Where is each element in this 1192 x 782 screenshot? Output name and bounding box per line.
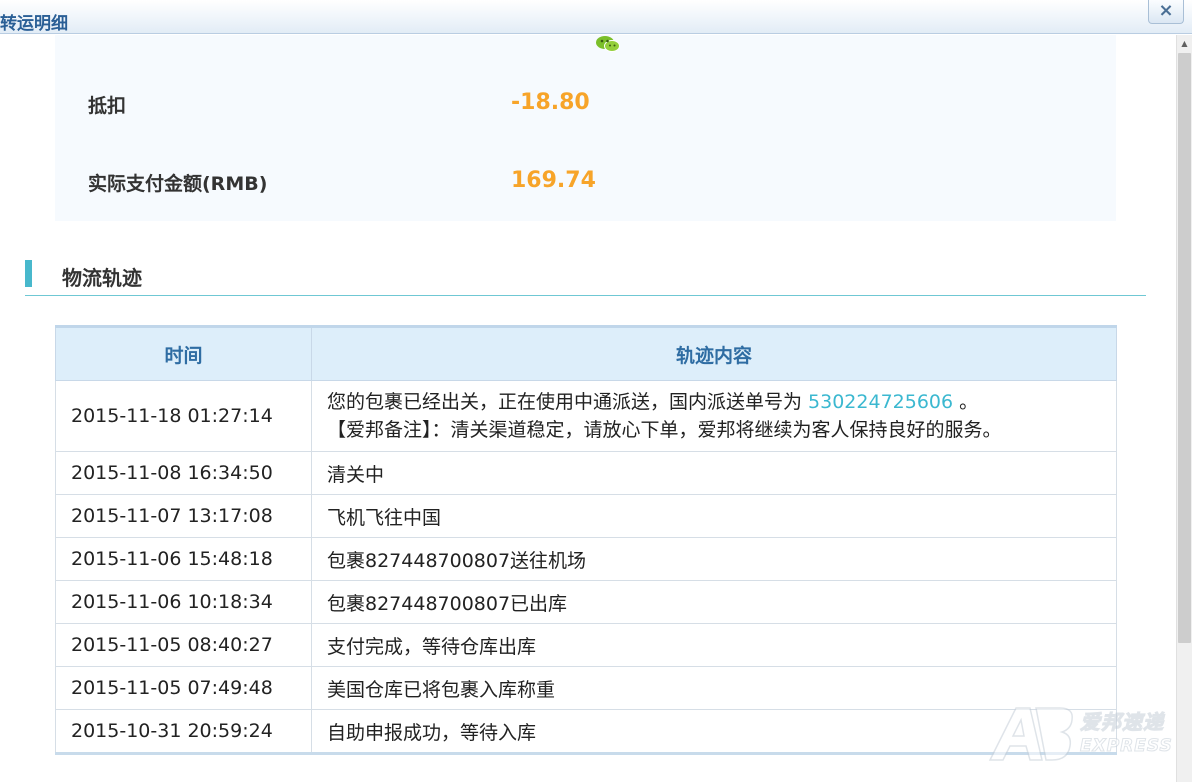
row-content: 支付完成，等待仓库出库 — [311, 623, 1117, 667]
section-title: 物流轨迹 — [62, 266, 142, 290]
logistics-table: 时间 轨迹内容 2015-11-18 01:27:14 您的包裹已经出关，正在使… — [55, 325, 1117, 755]
table-header-row: 时间 轨迹内容 — [55, 326, 1117, 381]
header-content: 轨迹内容 — [311, 326, 1117, 381]
table-row: 2015-11-06 15:48:18 包裹827448700807送往机场 — [55, 537, 1117, 581]
table-row: 2015-11-18 01:27:14 您的包裹已经出关，正在使用中通派送，国内… — [55, 380, 1117, 452]
scroll-thumb[interactable] — [1178, 53, 1191, 643]
row-time: 2015-11-06 15:48:18 — [55, 537, 312, 581]
deduction-label: 抵扣 — [88, 95, 127, 117]
section-accent-bar — [25, 260, 32, 287]
row-content: 您的包裹已经出关，正在使用中通派送，国内派送单号为 530224725606 。… — [311, 380, 1117, 452]
table-row: 2015-11-06 10:18:34 包裹827448700807已出库 — [55, 580, 1117, 624]
row-time: 2015-11-05 08:40:27 — [55, 623, 312, 667]
row-content: 包裹827448700807已出库 — [311, 580, 1117, 624]
row-time: 2015-11-07 13:17:08 — [55, 494, 312, 538]
close-button[interactable]: × — [1148, 0, 1184, 24]
wechat-icon[interactable] — [595, 35, 621, 53]
header-time: 时间 — [55, 326, 312, 381]
actual-payment-label: 实际支付金额(RMB) — [88, 173, 268, 195]
watermark-brand: 爱邦速递 — [1080, 710, 1164, 735]
row-time: 2015-11-08 16:34:50 — [55, 451, 312, 495]
row-content-note: 【爱邦备注】：清关渠道稳定，请放心下单，爱邦将继续为客人保持良好的服务。 — [327, 419, 1002, 441]
tracking-number-link[interactable]: 530224725606 — [808, 391, 953, 413]
row-time: 2015-11-06 10:18:34 — [55, 580, 312, 624]
logistics-section-header: 物流轨迹 — [25, 257, 1146, 296]
deduction-value: -18.80 — [511, 90, 590, 115]
dialog-title: 转运明细 — [0, 14, 68, 34]
row-content: 清关中 — [311, 451, 1117, 495]
row-content: 包裹827448700807送往机场 — [311, 537, 1117, 581]
ab-logo-icon — [988, 707, 1073, 761]
row-time: 2015-11-18 01:27:14 — [55, 380, 312, 452]
dialog-content: 抵扣 -18.80 实际支付金额(RMB) 169.74 物流轨迹 时间 轨迹内… — [0, 35, 1176, 782]
row-time: 2015-11-05 07:49:48 — [55, 666, 312, 710]
watermark-sub: EXPRESS — [1080, 736, 1173, 757]
table-row: 2015-10-31 20:59:24 自助申报成功，等待入库 — [55, 709, 1117, 754]
row-content-text: 您的包裹已经出关，正在使用中通派送，国内派送单号为 — [327, 391, 809, 413]
row-content: 飞机飞往中国 — [311, 494, 1117, 538]
table-row: 2015-11-05 07:49:48 美国仓库已将包裹入库称重 — [55, 666, 1117, 710]
dialog-title-bar: 转运明细 × — [0, 0, 1192, 34]
row-time: 2015-10-31 20:59:24 — [55, 709, 312, 754]
table-row: 2015-11-08 16:34:50 清关中 — [55, 451, 1117, 495]
row-content-suffix: 。 — [953, 391, 979, 413]
actual-payment-value: 169.74 — [511, 168, 596, 193]
close-icon: × — [1158, 0, 1174, 21]
table-row: 2015-11-05 08:40:27 支付完成，等待仓库出库 — [55, 623, 1117, 667]
payment-summary: 抵扣 -18.80 实际支付金额(RMB) 169.74 — [55, 35, 1116, 221]
vertical-scrollbar[interactable]: ▲ — [1176, 35, 1192, 782]
table-row: 2015-11-07 13:17:08 飞机飞往中国 — [55, 494, 1117, 538]
brand-watermark: 爱邦速递 EXPRESS — [986, 700, 1182, 766]
scroll-up-icon[interactable]: ▲ — [1177, 36, 1192, 52]
